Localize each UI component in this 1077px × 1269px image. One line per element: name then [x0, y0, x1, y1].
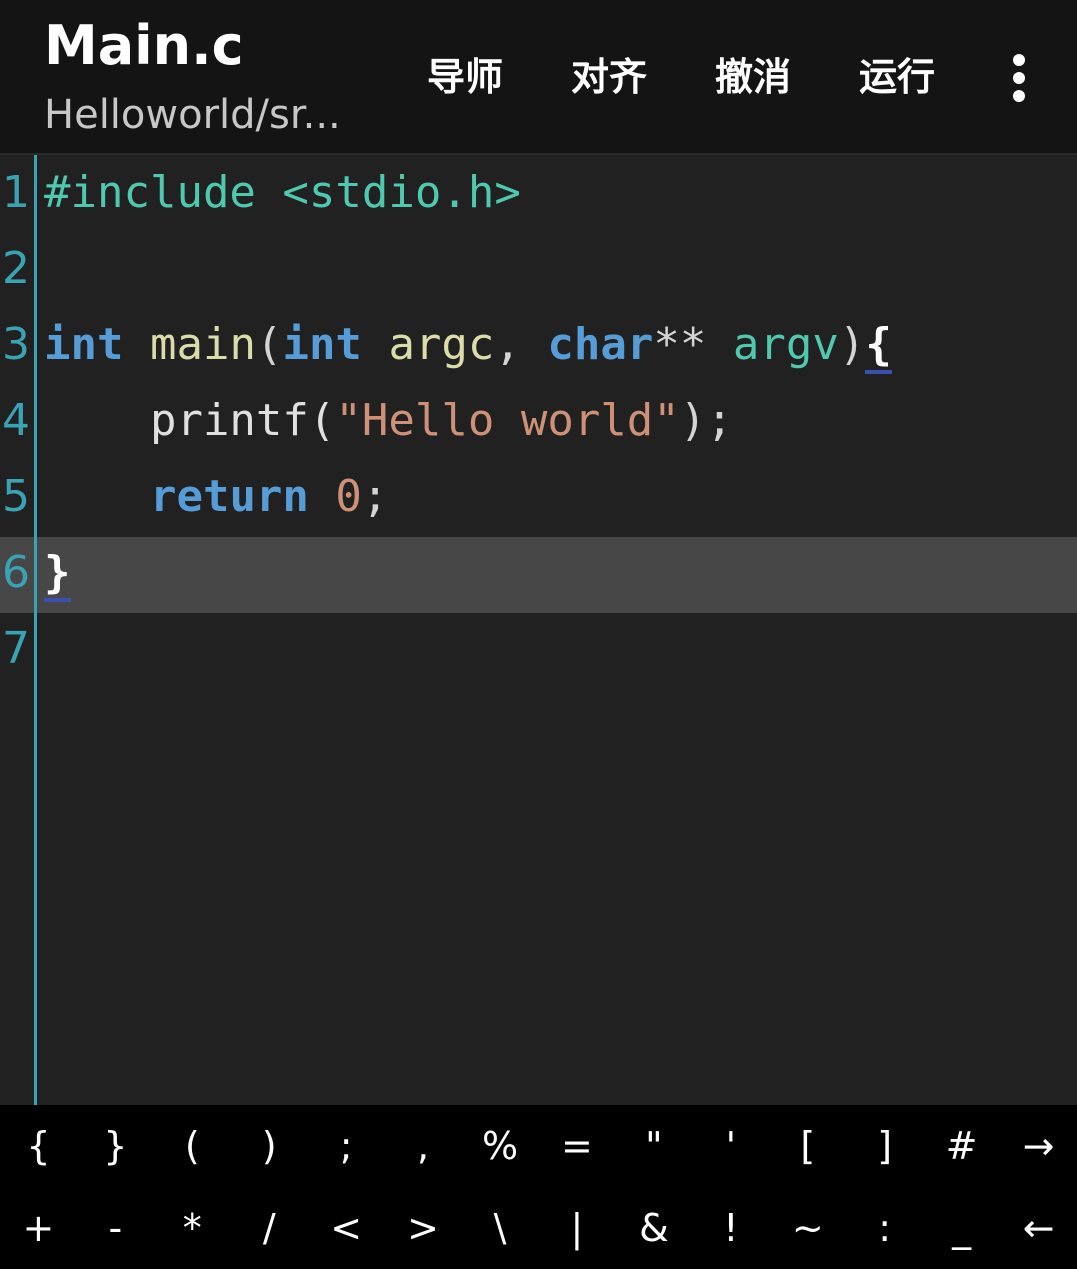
code-token: #include: [44, 167, 256, 218]
code-token: argv: [732, 319, 839, 370]
symbol-key[interactable]: ]: [846, 1105, 923, 1187]
tutor-button[interactable]: 导师: [420, 52, 510, 102]
symbol-keyboard: {}();,% = " '[] # → + - * / < > \ | &! ~: _ ←: [0, 1105, 1077, 1269]
symbol-key[interactable]: }: [77, 1105, 154, 1187]
code-text: printf("Hello world");: [44, 383, 733, 459]
code-token: }: [44, 547, 71, 602]
symbol-key[interactable]: >: [385, 1187, 462, 1269]
symbol-key[interactable]: ;: [308, 1105, 385, 1187]
code-token: ): [838, 319, 866, 370]
line-number: 3: [2, 319, 30, 370]
code-text: #include <stdio.h>: [44, 155, 521, 231]
symbol-key[interactable]: ": [615, 1105, 692, 1187]
code-token: 0: [335, 471, 362, 522]
symbol-key[interactable]: =: [539, 1105, 616, 1187]
symbol-key[interactable]: /: [231, 1187, 308, 1269]
run-button[interactable]: 运行: [852, 52, 942, 102]
line-number: 4: [2, 395, 30, 446]
code-editor[interactable]: 1 #include <stdio.h> 2 3 int main(int argc, …: [0, 155, 1077, 1105]
code-line[interactable]: 3 int main(int argc, char** argv){: [0, 307, 1077, 383]
code-line[interactable]: 1 #include <stdio.h>: [0, 155, 1077, 231]
code-token: main: [149, 319, 256, 370]
code-token: ;: [361, 471, 389, 522]
symbol-key[interactable]: (: [154, 1105, 231, 1187]
code-line[interactable]: 2: [0, 231, 1077, 307]
symbol-key[interactable]: |: [539, 1187, 616, 1269]
code-token: ,: [494, 319, 548, 370]
symbol-key[interactable]: *: [154, 1187, 231, 1269]
format-button[interactable]: 对齐: [564, 52, 654, 102]
line-number: 7: [2, 623, 30, 674]
undo-button[interactable]: 撤消: [708, 52, 798, 102]
symbol-row-2: + - * / < > \ | &! ~: _ ←: [0, 1187, 1077, 1269]
symbol-key[interactable]: %: [462, 1105, 539, 1187]
code-token: return: [149, 471, 309, 522]
code-token: {: [865, 319, 892, 374]
code-token: argc: [388, 319, 495, 370]
more-vert-icon[interactable]: [996, 50, 1042, 106]
symbol-key[interactable]: <: [308, 1187, 385, 1269]
symbol-key[interactable]: -: [77, 1187, 154, 1269]
symbol-key[interactable]: ←: [1000, 1187, 1077, 1269]
code-text: }: [44, 535, 71, 611]
symbol-key[interactable]: &: [615, 1187, 692, 1269]
symbol-key[interactable]: !: [692, 1187, 769, 1269]
symbol-row-1: {}();,% = " '[] # →: [0, 1105, 1077, 1187]
code-token: );: [679, 395, 733, 446]
code-line[interactable]: 5 return 0;: [0, 459, 1077, 535]
symbol-key[interactable]: :: [846, 1187, 923, 1269]
symbol-key[interactable]: [: [769, 1105, 846, 1187]
symbol-key[interactable]: +: [0, 1187, 77, 1269]
code-token: <stdio.h>: [282, 167, 521, 218]
code-line[interactable]: 4 printf("Hello world");: [0, 383, 1077, 459]
symbol-key[interactable]: #: [923, 1105, 1000, 1187]
symbol-key[interactable]: ): [231, 1105, 308, 1187]
code-token: **: [653, 319, 733, 370]
code-token: (: [255, 319, 283, 370]
symbol-key[interactable]: _: [923, 1187, 1000, 1269]
code-token: char: [547, 319, 654, 370]
file-path: Helloworld/sr...: [44, 92, 341, 138]
line-number: 1: [2, 167, 30, 218]
symbol-key[interactable]: {: [0, 1105, 77, 1187]
code-text: return 0;: [44, 459, 388, 535]
code-token: "Hello world": [335, 395, 680, 446]
code-text: int main(int argc, char** argv){: [44, 307, 892, 383]
code-token: int: [44, 319, 124, 370]
symbol-key[interactable]: ,: [385, 1105, 462, 1187]
code-token: printf(: [44, 395, 336, 446]
symbol-key[interactable]: →: [1000, 1105, 1077, 1187]
line-number: 6: [2, 547, 30, 598]
app-bar: Main.c Helloworld/sr... 导师 对齐 撤消 运行: [0, 0, 1077, 155]
line-number: 5: [2, 471, 30, 522]
symbol-key[interactable]: \: [462, 1187, 539, 1269]
symbol-key[interactable]: ~: [769, 1187, 846, 1269]
symbol-key[interactable]: ': [692, 1105, 769, 1187]
file-title: Main.c: [44, 14, 244, 77]
code-line[interactable]: 6}: [0, 535, 1077, 611]
code-line[interactable]: 7: [0, 611, 1077, 687]
code-token: int: [282, 319, 362, 370]
line-number: 2: [2, 243, 30, 294]
